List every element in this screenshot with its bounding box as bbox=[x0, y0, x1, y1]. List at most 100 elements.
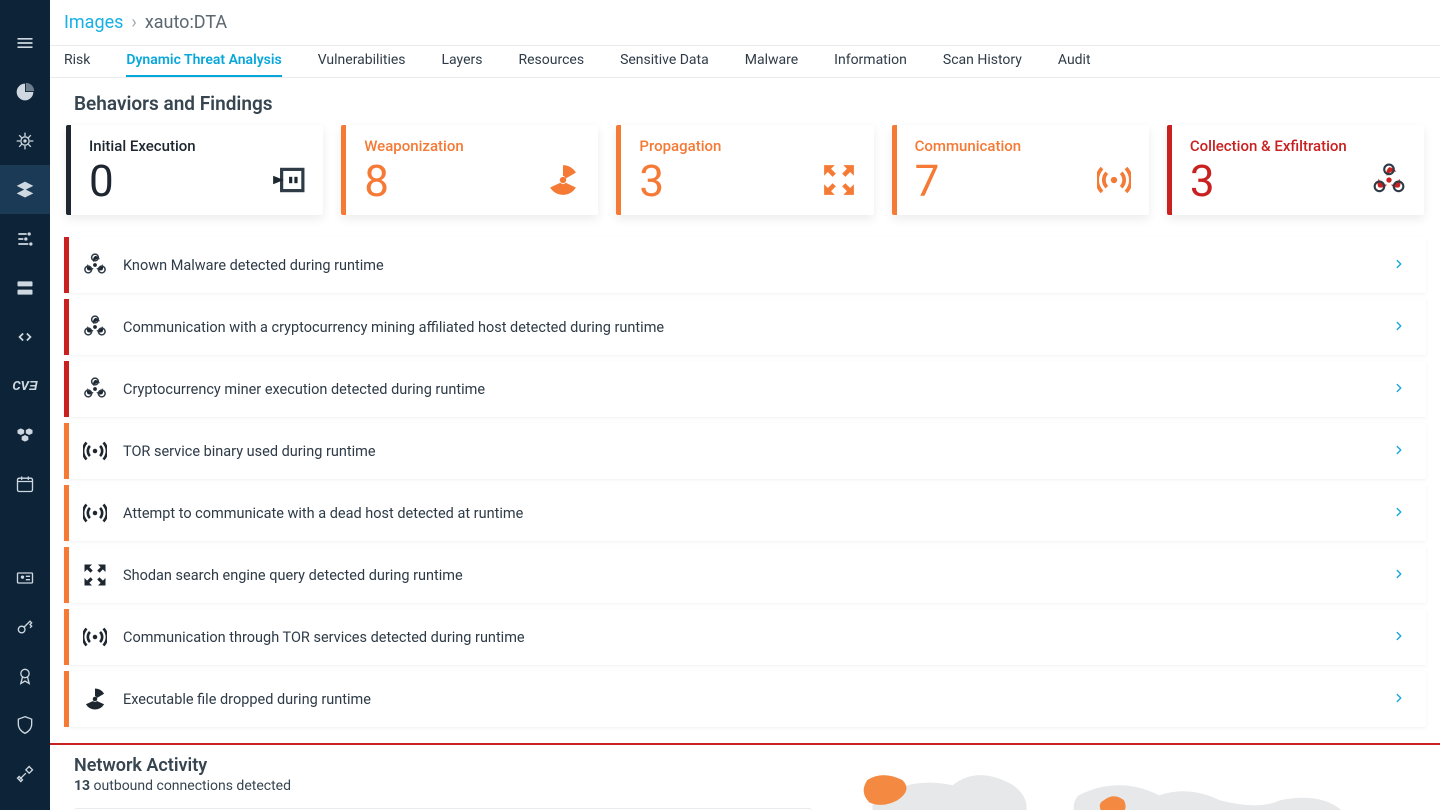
sidebar-keys[interactable] bbox=[0, 602, 50, 651]
radiation-icon bbox=[81, 685, 109, 713]
chevron-right-icon bbox=[1392, 504, 1406, 523]
hexagons-icon bbox=[15, 425, 35, 445]
sidebar-hex[interactable] bbox=[0, 410, 50, 459]
tab-information[interactable]: Information bbox=[834, 46, 907, 77]
code-icon bbox=[15, 327, 35, 347]
broadcast-icon bbox=[81, 499, 109, 527]
chevron-right-icon bbox=[1392, 690, 1406, 709]
calendar-icon bbox=[15, 474, 35, 494]
execution-icon bbox=[271, 163, 305, 201]
card-initial-execution[interactable]: Initial Execution0 bbox=[66, 125, 323, 215]
tab-scan-history[interactable]: Scan History bbox=[943, 46, 1022, 77]
network-subtitle: 13 outbound connections detected bbox=[74, 778, 812, 794]
expand-icon bbox=[81, 561, 109, 589]
network-count-suffix: outbound connections detected bbox=[90, 778, 291, 794]
finding-row[interactable]: Known Malware detected during runtime bbox=[64, 237, 1426, 293]
card-title: Communication bbox=[915, 137, 1131, 155]
broadcast-icon bbox=[1097, 163, 1131, 201]
breadcrumb: Images › xauto:DTA bbox=[50, 0, 1440, 46]
tab-malware[interactable]: Malware bbox=[745, 46, 798, 77]
breadcrumb-current: xauto:DTA bbox=[145, 12, 227, 33]
behavior-cards: Initial Execution0Weaponization8Propagat… bbox=[50, 125, 1440, 225]
sidebar-calendar[interactable] bbox=[0, 459, 50, 508]
tools-icon bbox=[15, 764, 35, 784]
findings-list: Known Malware detected during runtime Com… bbox=[50, 225, 1440, 739]
biohazard-icon bbox=[81, 375, 109, 403]
finding-label: Known Malware detected during runtime bbox=[123, 257, 1392, 274]
section-title-network: Network Activity bbox=[74, 755, 812, 776]
sidebar-policies[interactable] bbox=[0, 214, 50, 263]
sliders-icon bbox=[15, 229, 35, 249]
sidebar-card[interactable] bbox=[0, 553, 50, 602]
tab-layers[interactable]: Layers bbox=[442, 46, 483, 77]
chevron-right-icon bbox=[1392, 318, 1406, 337]
broadcast-icon bbox=[81, 623, 109, 651]
biohazard-icon bbox=[1372, 163, 1406, 201]
pie-chart-icon bbox=[15, 82, 35, 102]
layers-icon bbox=[15, 180, 35, 200]
card-communication[interactable]: Communication7 bbox=[892, 125, 1149, 215]
tab-risk[interactable]: Risk bbox=[64, 46, 90, 77]
sidebar-badge[interactable] bbox=[0, 651, 50, 700]
finding-row[interactable]: Shodan search engine query detected duri… bbox=[64, 547, 1426, 603]
card-collection-exfiltration[interactable]: Collection & Exfiltration3 bbox=[1167, 125, 1424, 215]
badge-icon bbox=[15, 666, 35, 686]
tabs: Risk Dynamic Threat Analysis Vulnerabiliti… bbox=[50, 46, 1440, 78]
server-icon bbox=[15, 278, 35, 298]
tab-resources[interactable]: Resources bbox=[518, 46, 584, 77]
world-map[interactable]: Romania bbox=[832, 755, 1416, 810]
biohazard-icon bbox=[81, 313, 109, 341]
map-svg bbox=[832, 755, 1416, 810]
key-icon bbox=[15, 617, 35, 637]
chevron-right-icon bbox=[1392, 628, 1406, 647]
chevron-right-icon bbox=[1392, 566, 1406, 585]
expand-icon bbox=[822, 163, 856, 201]
sidebar-shield[interactable] bbox=[0, 700, 50, 749]
finding-row[interactable]: Cryptocurrency miner execution detected … bbox=[64, 361, 1426, 417]
finding-label: TOR service binary used during runtime bbox=[123, 443, 1392, 460]
network-count: 13 bbox=[74, 778, 90, 794]
finding-row[interactable]: Attempt to communicate with a dead host … bbox=[64, 485, 1426, 541]
card-title: Collection & Exfiltration bbox=[1190, 137, 1406, 155]
finding-label: Executable file dropped during runtime bbox=[123, 691, 1392, 708]
finding-row[interactable]: TOR service binary used during runtime bbox=[64, 423, 1426, 479]
shield-icon bbox=[15, 715, 35, 735]
sidebar-containers[interactable] bbox=[0, 116, 50, 165]
tab-dynamic-threat-analysis[interactable]: Dynamic Threat Analysis bbox=[126, 46, 281, 77]
finding-row[interactable]: Executable file dropped during runtime bbox=[64, 671, 1426, 727]
card-title: Weaponization bbox=[364, 137, 580, 155]
tab-sensitive-data[interactable]: Sensitive Data bbox=[620, 46, 709, 77]
id-card-icon bbox=[15, 568, 35, 588]
finding-label: Cryptocurrency miner execution detected … bbox=[123, 381, 1392, 398]
finding-label: Communication through TOR services detec… bbox=[123, 629, 1392, 646]
sidebar-tools[interactable] bbox=[0, 749, 50, 798]
broadcast-icon bbox=[81, 437, 109, 465]
sidebar: CVƎ bbox=[0, 0, 50, 810]
card-propagation[interactable]: Propagation3 bbox=[616, 125, 873, 215]
sidebar-images[interactable] bbox=[0, 165, 50, 214]
finding-label: Communication with a cryptocurrency mini… bbox=[123, 319, 1392, 336]
sidebar-dashboard[interactable] bbox=[0, 67, 50, 116]
finding-row[interactable]: Communication with a cryptocurrency mini… bbox=[64, 299, 1426, 355]
radiation-icon bbox=[546, 163, 580, 201]
chevron-right-icon bbox=[1392, 380, 1406, 399]
finding-row[interactable]: Communication through TOR services detec… bbox=[64, 609, 1426, 665]
finding-label: Shodan search engine query detected duri… bbox=[123, 567, 1392, 584]
tab-audit[interactable]: Audit bbox=[1058, 46, 1091, 77]
section-title-behaviors: Behaviors and Findings bbox=[50, 78, 1440, 125]
sidebar-servers[interactable] bbox=[0, 263, 50, 312]
sidebar-cve[interactable]: CVƎ bbox=[0, 361, 50, 410]
sidebar-code[interactable] bbox=[0, 312, 50, 361]
hamburger-icon bbox=[15, 33, 35, 53]
breadcrumb-root[interactable]: Images bbox=[64, 12, 123, 33]
card-weaponization[interactable]: Weaponization8 bbox=[341, 125, 598, 215]
sidebar-toggle[interactable] bbox=[0, 18, 50, 67]
chevron-right-icon: › bbox=[131, 12, 136, 33]
cve-icon: CVƎ bbox=[12, 378, 37, 394]
helm-icon bbox=[15, 131, 35, 151]
card-title: Propagation bbox=[639, 137, 855, 155]
chevron-right-icon bbox=[1392, 442, 1406, 461]
tab-vulnerabilities[interactable]: Vulnerabilities bbox=[318, 46, 406, 77]
chevron-right-icon bbox=[1392, 256, 1406, 275]
card-title: Initial Execution bbox=[89, 137, 305, 155]
